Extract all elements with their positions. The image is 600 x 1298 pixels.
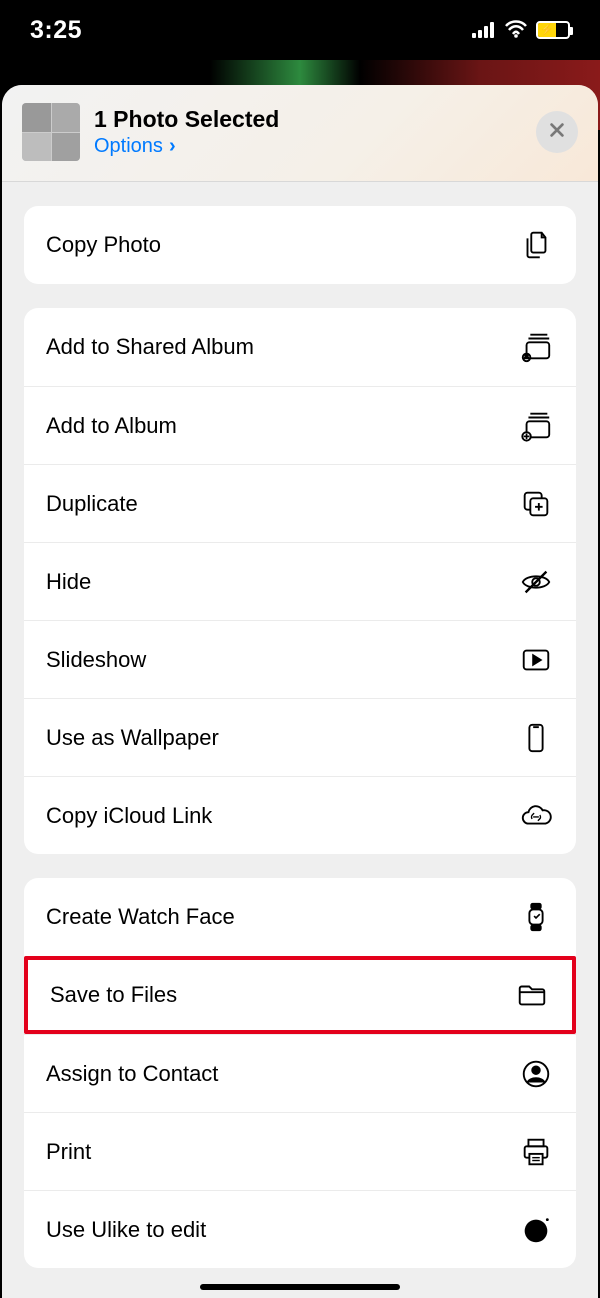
action-group-2: Add to Shared Album Add to Album Duplica… [24,308,576,854]
sheet-header: 1 Photo Selected Options › [2,85,598,182]
print-icon [518,1134,554,1170]
watch-face-row[interactable]: Create Watch Face [24,878,576,956]
row-label: Assign to Contact [46,1061,218,1087]
ulike-icon [518,1212,554,1248]
selected-photo-thumbnail[interactable] [22,103,80,161]
row-label: Hide [46,569,91,595]
ulike-row[interactable]: Use Ulike to edit [24,1190,576,1268]
add-shared-album-row[interactable]: Add to Shared Album [24,308,576,386]
wifi-icon [504,16,528,45]
row-label: Add to Shared Album [46,334,254,360]
status-bar: 3:25 ⚡ [0,0,600,60]
wallpaper-icon [518,720,554,756]
action-group-3: Create Watch Face Save to Files Assign t… [24,878,576,1268]
row-label: Create Watch Face [46,904,235,930]
contact-icon [518,1056,554,1092]
share-sheet: 1 Photo Selected Options › Copy Photo Ad… [2,85,598,1298]
slideshow-row[interactable]: Slideshow [24,620,576,698]
row-label: Use Ulike to edit [46,1217,206,1243]
print-row[interactable]: Print [24,1112,576,1190]
battery-icon: ⚡ [536,21,570,39]
hide-icon [518,564,554,600]
row-label: Save to Files [50,982,177,1008]
copy-photo-row[interactable]: Copy Photo [24,206,576,284]
icloud-link-icon [518,798,554,834]
cellular-signal-icon [472,16,496,45]
folder-icon [514,977,550,1013]
watch-icon [518,899,554,935]
hide-row[interactable]: Hide [24,542,576,620]
options-label: Options [94,135,163,158]
home-indicator[interactable] [200,1284,400,1290]
row-label: Copy iCloud Link [46,803,212,829]
add-album-icon [518,408,554,444]
row-label: Slideshow [46,647,146,673]
row-label: Copy Photo [46,232,161,258]
close-button[interactable] [536,111,578,153]
status-indicators: ⚡ [472,16,570,45]
close-icon [548,121,566,144]
icloud-link-row[interactable]: Copy iCloud Link [24,776,576,854]
row-label: Add to Album [46,413,177,439]
action-group-1: Copy Photo [24,206,576,284]
selection-title: 1 Photo Selected [94,106,536,133]
slideshow-icon [518,642,554,678]
copy-doc-icon [518,227,554,263]
row-label: Duplicate [46,491,138,517]
duplicate-row[interactable]: Duplicate [24,464,576,542]
shared-album-icon [518,329,554,365]
duplicate-icon [518,486,554,522]
options-link[interactable]: Options › [94,135,176,158]
assign-contact-row[interactable]: Assign to Contact [24,1034,576,1112]
row-label: Print [46,1139,91,1165]
add-album-row[interactable]: Add to Album [24,386,576,464]
row-label: Use as Wallpaper [46,725,219,751]
actions-content: Copy Photo Add to Shared Album Add to Al… [2,206,598,1268]
status-time: 3:25 [30,16,82,45]
wallpaper-row[interactable]: Use as Wallpaper [24,698,576,776]
chevron-right-icon: › [169,135,176,158]
save-to-files-row[interactable]: Save to Files [24,956,576,1034]
